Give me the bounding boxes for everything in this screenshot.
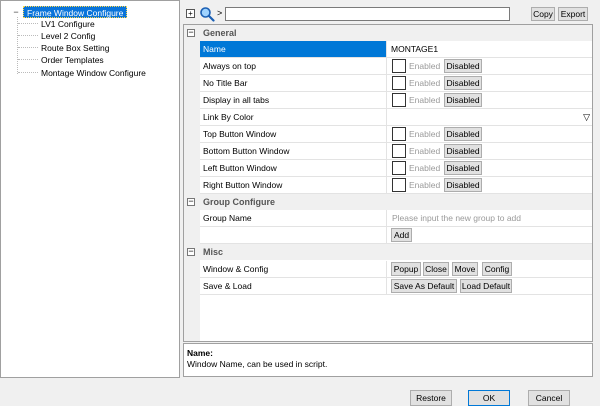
tree-item-label[interactable]: Frame Window Configure [23,6,128,18]
property-name-label[interactable]: Name [200,41,387,57]
property-row-no-title-bar: No Title Bar Enabled Disabled [200,75,592,92]
category-misc: − Misc [184,244,592,260]
tree-vertical-connector [17,17,18,74]
toolbar: + > Copy Export [183,5,597,23]
dropdown-arrow-icon[interactable]: ▽ [583,110,590,124]
property-label[interactable]: Left Button Window [200,160,387,176]
tree-connector [18,72,38,73]
property-label[interactable]: Always on top [200,58,387,74]
property-row-window-config: Window & Config Popup Close Move Config [200,261,592,278]
export-button[interactable]: Export [558,7,588,21]
tree-connector [18,23,38,24]
restore-button[interactable]: Restore [410,390,452,406]
property-row-link-by-color: Link By Color ▽ [200,109,592,126]
tree-collapse-icon[interactable]: − [11,7,21,17]
link-by-color-dropdown[interactable]: ▽ [390,109,592,125]
tree-connector [18,59,38,60]
property-label[interactable]: Window & Config [200,261,387,277]
description-panel: Name: Window Name, can be used in script… [183,343,593,377]
enabled-label: Enabled [409,95,441,105]
property-label[interactable]: Save & Load [200,278,387,294]
property-row-always-on-top: Always on top Enabled Disabled [200,58,592,75]
collapse-general-icon[interactable]: − [187,28,195,37]
expand-all-icon[interactable]: + [186,9,195,18]
tree-connector [18,47,38,48]
tree-item-level2-config[interactable]: Level 2 Config [41,30,95,42]
property-label[interactable]: Bottom Button Window [200,143,387,159]
config-button[interactable]: Config [482,262,512,276]
category-group-configure: − Group Configure [184,194,592,210]
close-button[interactable]: Close [423,262,449,276]
enabled-checkbox[interactable] [392,93,406,107]
property-label[interactable]: Display in all tabs [200,92,387,108]
enabled-checkbox[interactable] [392,127,406,141]
property-label[interactable]: Right Button Window [200,177,387,193]
property-row-right-button-window: Right Button Window Enabled Disabled [200,177,592,194]
path-separator: > [217,8,223,18]
disabled-button[interactable]: Disabled [444,144,482,158]
category-general: − General [184,25,592,41]
enabled-checkbox[interactable] [392,76,406,90]
enabled-label: Enabled [409,146,441,156]
add-group-button[interactable]: Add [391,228,412,242]
property-label[interactable]: Group Name [200,210,387,226]
disabled-button[interactable]: Disabled [444,76,482,90]
property-row-left-button-window: Left Button Window Enabled Disabled [200,160,592,177]
property-row-top-button-window: Top Button Window Enabled Disabled [200,126,592,143]
popup-button[interactable]: Popup [391,262,421,276]
tree-item-montage-window-configure[interactable]: Montage Window Configure [41,67,146,79]
collapse-misc-icon[interactable]: − [187,247,195,256]
property-label[interactable]: Link By Color [200,109,387,125]
search-path-input[interactable] [225,7,510,21]
config-tree[interactable]: − Frame Window Configure LV1 Configure L… [0,0,180,378]
enabled-checkbox[interactable] [392,178,406,192]
tree-item-order-templates[interactable]: Order Templates [41,54,104,66]
tree-item-route-box-setting[interactable]: Route Box Setting [41,42,110,54]
load-default-button[interactable]: Load Default [460,279,512,293]
disabled-button[interactable]: Disabled [444,59,482,73]
disabled-button[interactable]: Disabled [444,161,482,175]
property-row-save-load: Save & Load Save As Default Load Default [200,278,592,295]
tree-item-frame-window-configure[interactable]: − Frame Window Configure [11,6,128,18]
window-name-value[interactable]: MONTAGE1 [391,41,438,57]
category-label: Misc [203,247,224,257]
property-row-bottom-button-window: Bottom Button Window Enabled Disabled [200,143,592,160]
property-label-empty [200,227,387,243]
enabled-checkbox[interactable] [392,161,406,175]
group-name-placeholder: Please input the new group to add [392,213,522,223]
property-name-value[interactable]: MONTAGE1 [390,41,592,57]
move-button[interactable]: Move [452,262,478,276]
description-text: Window Name, can be used in script. [187,359,328,369]
enabled-checkbox[interactable] [392,59,406,73]
property-row-display-in-all-tabs: Display in all tabs Enabled Disabled [200,92,592,109]
enabled-label: Enabled [409,61,441,71]
enabled-label: Enabled [409,129,441,139]
disabled-button[interactable]: Disabled [444,178,482,192]
copy-button[interactable]: Copy [531,7,555,21]
save-as-default-button[interactable]: Save As Default [391,279,457,293]
enabled-checkbox[interactable] [392,144,406,158]
grid-margin [184,25,200,341]
property-row-add-group: Add [200,227,592,244]
property-grid: − General Name MONTAGE1 Always on top En… [183,24,593,342]
collapse-group-configure-icon[interactable]: − [187,197,195,206]
property-label[interactable]: Top Button Window [200,126,387,142]
tree-connector [18,35,38,36]
category-label: General [203,28,237,38]
enabled-label: Enabled [409,78,441,88]
disabled-button[interactable]: Disabled [444,127,482,141]
property-label[interactable]: No Title Bar [200,75,387,91]
disabled-button[interactable]: Disabled [444,93,482,107]
group-name-input[interactable]: Please input the new group to add [390,210,592,226]
description-title: Name: [187,348,213,358]
enabled-label: Enabled [409,180,441,190]
cancel-button[interactable]: Cancel [528,390,570,406]
property-row-group-name: Group Name Please input the new group to… [200,210,592,227]
category-label: Group Configure [203,197,275,207]
ok-button[interactable]: OK [468,390,510,406]
tree-item-lv1-configure[interactable]: LV1 Configure [41,18,95,30]
property-row-name[interactable]: Name MONTAGE1 [200,41,592,58]
enabled-label: Enabled [409,163,441,173]
search-icon[interactable] [199,6,215,22]
